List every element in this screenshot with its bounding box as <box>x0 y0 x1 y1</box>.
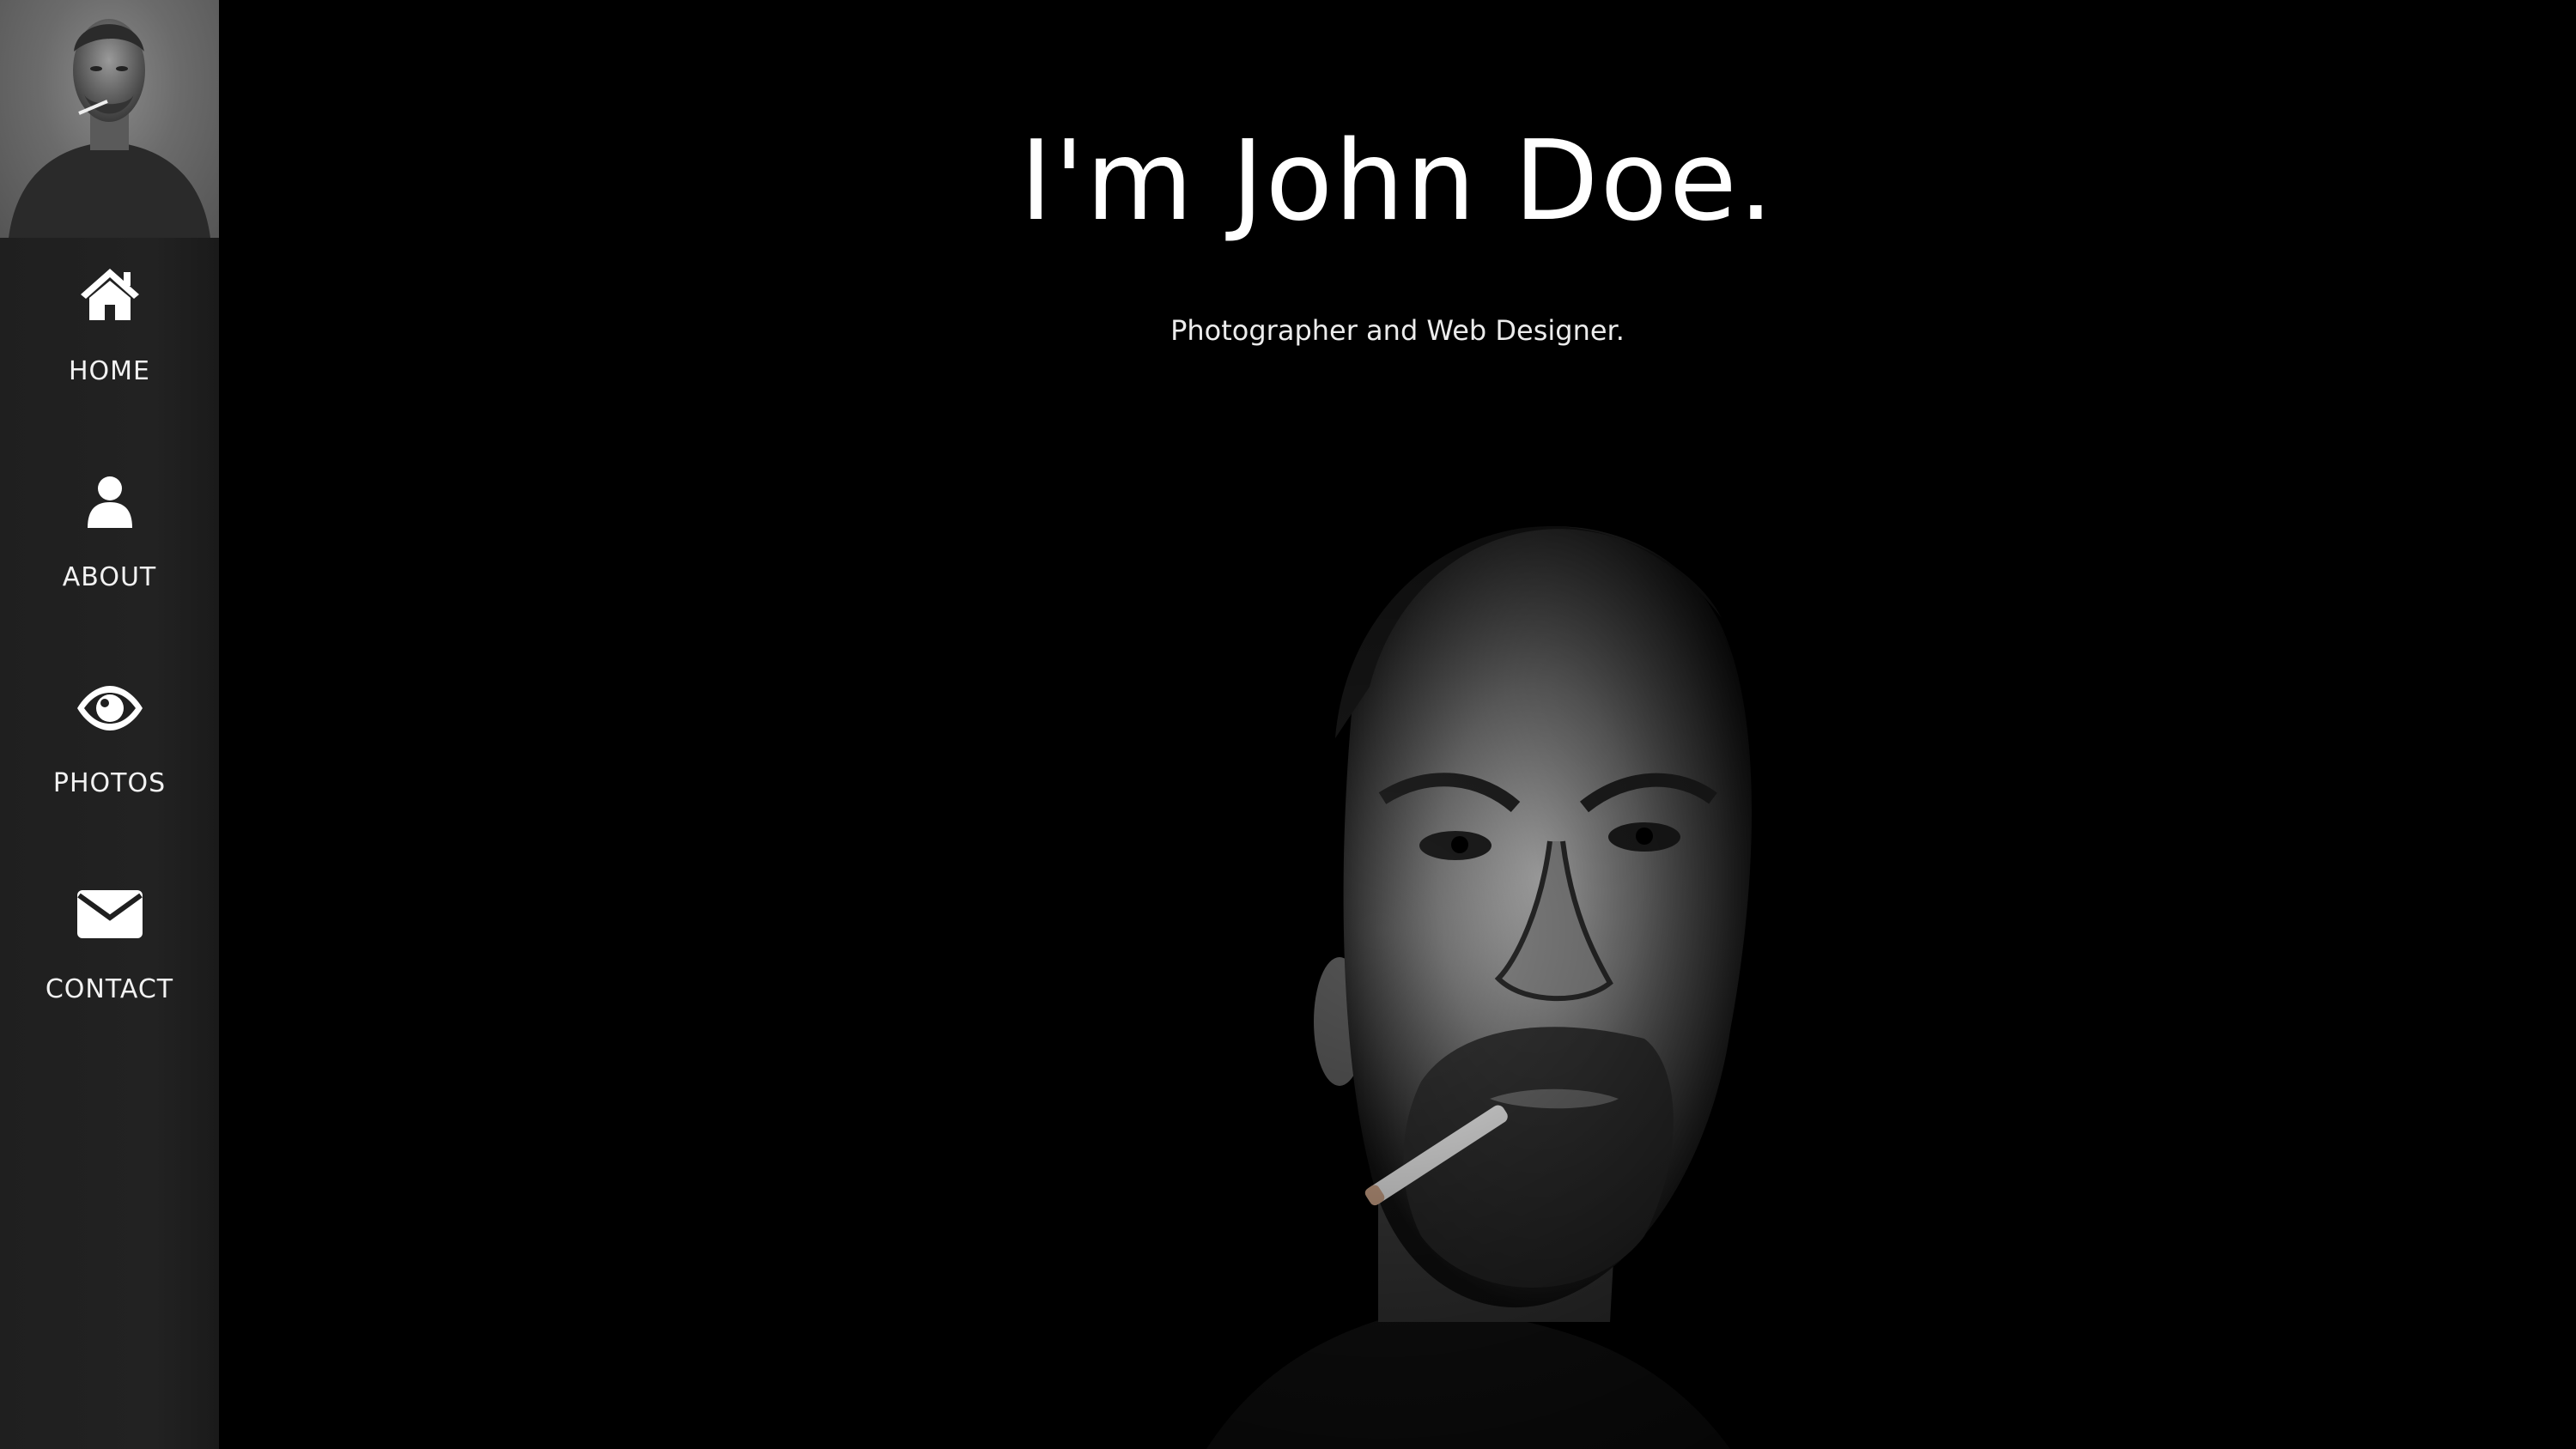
hero-subtitle: Photographer and Web Designer. <box>1170 314 1625 347</box>
nav-label-photos: PHOTOS <box>52 768 167 798</box>
hero-title: I'm John Doe. <box>1019 118 1776 246</box>
nav-label-about: ABOUT <box>62 562 157 592</box>
hero-portrait <box>992 412 2108 1449</box>
nav-about[interactable]: ABOUT <box>0 468 219 640</box>
avatar <box>0 0 219 238</box>
envelope-icon <box>76 880 144 949</box>
nav-contact[interactable]: CONTACT <box>0 880 219 1052</box>
page: HOME ABOUT PHOTOS CONTACT I'm John Doe. … <box>0 0 2576 1449</box>
home-icon <box>76 262 144 330</box>
nav-photos[interactable]: PHOTOS <box>0 674 219 846</box>
nav-label-contact: CONTACT <box>45 974 174 1004</box>
avatar-image <box>9 19 210 238</box>
user-icon <box>76 468 144 537</box>
portrait-image <box>992 412 2108 1449</box>
sidebar: HOME ABOUT PHOTOS CONTACT <box>0 0 219 1449</box>
nav-home[interactable]: HOME <box>0 262 219 433</box>
nav-label-home: HOME <box>68 356 150 386</box>
hero-section: I'm John Doe. Photographer and Web Desig… <box>219 0 2576 1449</box>
eye-icon <box>76 674 144 743</box>
